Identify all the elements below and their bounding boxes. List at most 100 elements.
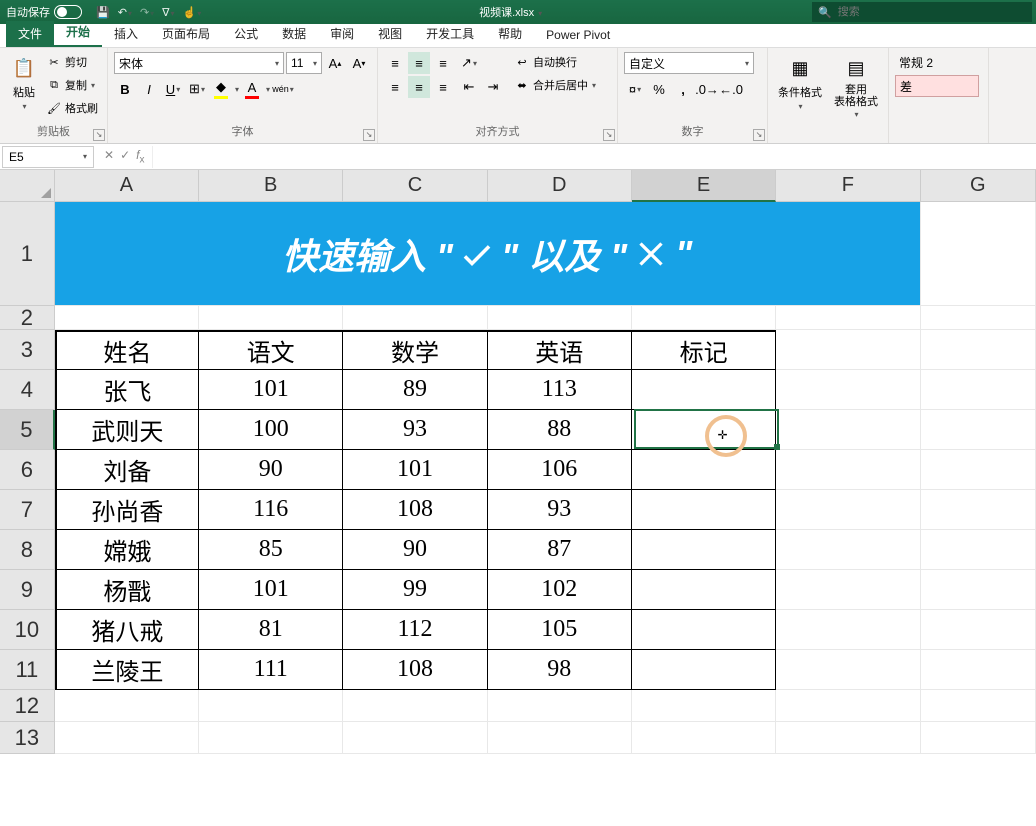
save-icon[interactable]: 💾	[96, 6, 110, 19]
cell-C13[interactable]	[343, 722, 487, 754]
currency-button[interactable]: ¤▾	[624, 78, 646, 100]
cell-B3[interactable]: 语文	[199, 330, 343, 370]
cell-G10[interactable]	[921, 610, 1036, 650]
autosave-toggle[interactable]: 自动保存	[0, 4, 88, 20]
cell-C4[interactable]: 89	[343, 370, 487, 410]
enter-icon[interactable]: ✓	[120, 148, 130, 165]
cell-D6[interactable]: 106	[488, 450, 632, 490]
cell-C6[interactable]: 101	[343, 450, 487, 490]
fill-color-button[interactable]: ◆	[210, 78, 232, 100]
row-header-7[interactable]: 7	[0, 490, 55, 530]
row-header-6[interactable]: 6	[0, 450, 55, 490]
align-right-button[interactable]: ≡	[432, 76, 454, 98]
align-center-button[interactable]: ≡	[408, 76, 430, 98]
row-header-2[interactable]: 2	[0, 306, 55, 330]
format-painter-button[interactable]: 🖌格式刷	[46, 98, 98, 118]
col-header-E[interactable]: E	[632, 170, 776, 202]
bold-button[interactable]: B	[114, 78, 136, 100]
cell-F7[interactable]	[776, 490, 920, 530]
cell-B11[interactable]: 111	[199, 650, 343, 690]
search-input[interactable]	[838, 6, 1026, 18]
row-header-5[interactable]: 5	[0, 410, 55, 450]
cell-B2[interactable]	[199, 306, 343, 330]
cell-G1[interactable]	[921, 202, 1036, 306]
cell-A5[interactable]: 武则天	[55, 410, 199, 450]
cell-E6[interactable]	[632, 450, 776, 490]
cell-D3[interactable]: 英语	[488, 330, 632, 370]
cell-C2[interactable]	[343, 306, 487, 330]
cut-button[interactable]: ✂剪切	[46, 52, 98, 72]
font-size-combo[interactable]: 11▾	[286, 52, 322, 74]
wrap-text-button[interactable]: ↩自动换行	[514, 52, 596, 72]
grow-font-button[interactable]: A▴	[324, 52, 346, 74]
cell-B6[interactable]: 90	[199, 450, 343, 490]
cell-B13[interactable]	[199, 722, 343, 754]
cell-D8[interactable]: 87	[488, 530, 632, 570]
dec-decimal-button[interactable]: ←.0	[720, 78, 742, 100]
cell-G9[interactable]	[921, 570, 1036, 610]
tab-view[interactable]: 视图	[366, 21, 414, 47]
cell-E7[interactable]	[632, 490, 776, 530]
font-color-button[interactable]: A	[241, 78, 263, 100]
align-launcher[interactable]: ↘	[603, 129, 615, 141]
comma-button[interactable]: ,	[672, 78, 694, 100]
col-header-D[interactable]: D	[488, 170, 632, 202]
col-header-G[interactable]: G	[921, 170, 1036, 202]
cell-F11[interactable]	[776, 650, 920, 690]
cell-A2[interactable]	[55, 306, 199, 330]
formula-input[interactable]	[152, 146, 1036, 168]
row-header-10[interactable]: 10	[0, 610, 55, 650]
cell-E5[interactable]	[632, 410, 776, 450]
cell-D7[interactable]: 93	[488, 490, 632, 530]
cell-B12[interactable]	[199, 690, 343, 722]
cell-A7[interactable]: 孙尚香	[55, 490, 199, 530]
tab-file[interactable]: 文件	[6, 21, 54, 47]
tab-help[interactable]: 帮助	[486, 21, 534, 47]
cell-B8[interactable]: 85	[199, 530, 343, 570]
table-format-button[interactable]: ▤ 套用 表格格式▾	[830, 52, 882, 121]
orientation-button[interactable]: ↗▾	[458, 52, 480, 74]
align-top-button[interactable]: ≡	[384, 52, 406, 74]
cell-F10[interactable]	[776, 610, 920, 650]
row-header-11[interactable]: 11	[0, 650, 55, 690]
filter-icon[interactable]: ∇▾	[162, 6, 174, 19]
cell-E10[interactable]	[632, 610, 776, 650]
cell-F5[interactable]	[776, 410, 920, 450]
cell-D11[interactable]: 98	[488, 650, 632, 690]
row-header-1[interactable]: 1	[0, 202, 55, 306]
tab-review[interactable]: 审阅	[318, 21, 366, 47]
col-header-C[interactable]: C	[343, 170, 487, 202]
cell-D12[interactable]	[488, 690, 632, 722]
align-bottom-button[interactable]: ≡	[432, 52, 454, 74]
tab-dev[interactable]: 开发工具	[414, 21, 486, 47]
cell-C8[interactable]: 90	[343, 530, 487, 570]
cell-A10[interactable]: 猪八戒	[55, 610, 199, 650]
undo-icon[interactable]: ↶▾	[118, 6, 132, 19]
cell-C10[interactable]: 112	[343, 610, 487, 650]
redo-icon[interactable]: ↷▾	[140, 6, 154, 19]
cell-B4[interactable]: 101	[199, 370, 343, 410]
cell-A3[interactable]: 姓名	[55, 330, 199, 370]
cell-D13[interactable]	[488, 722, 632, 754]
cell-E13[interactable]	[632, 722, 776, 754]
cell-G3[interactable]	[921, 330, 1036, 370]
cell-B10[interactable]: 81	[199, 610, 343, 650]
cell-A8[interactable]: 嫦娥	[55, 530, 199, 570]
cell-F13[interactable]	[776, 722, 920, 754]
number-launcher[interactable]: ↘	[753, 129, 765, 141]
touch-icon[interactable]: ☝▾	[183, 6, 202, 19]
cell-F9[interactable]	[776, 570, 920, 610]
cell-E3[interactable]: 标记	[632, 330, 776, 370]
tab-pivot[interactable]: Power Pivot	[534, 24, 622, 47]
col-header-B[interactable]: B	[199, 170, 343, 202]
style-bad[interactable]: 差	[895, 75, 979, 97]
cell-G11[interactable]	[921, 650, 1036, 690]
font-name-combo[interactable]: 宋体▾	[114, 52, 284, 74]
cell-B7[interactable]: 116	[199, 490, 343, 530]
spreadsheet-grid[interactable]: ABCDEFG1快速输入 "" 以及 ""23姓名语文数学英语标记4张飞1018…	[0, 170, 1036, 754]
search-box[interactable]: 🔍	[812, 2, 1032, 22]
cell-G12[interactable]	[921, 690, 1036, 722]
select-all-corner[interactable]	[0, 170, 55, 202]
cell-D5[interactable]: 88	[488, 410, 632, 450]
row-header-12[interactable]: 12	[0, 690, 55, 722]
